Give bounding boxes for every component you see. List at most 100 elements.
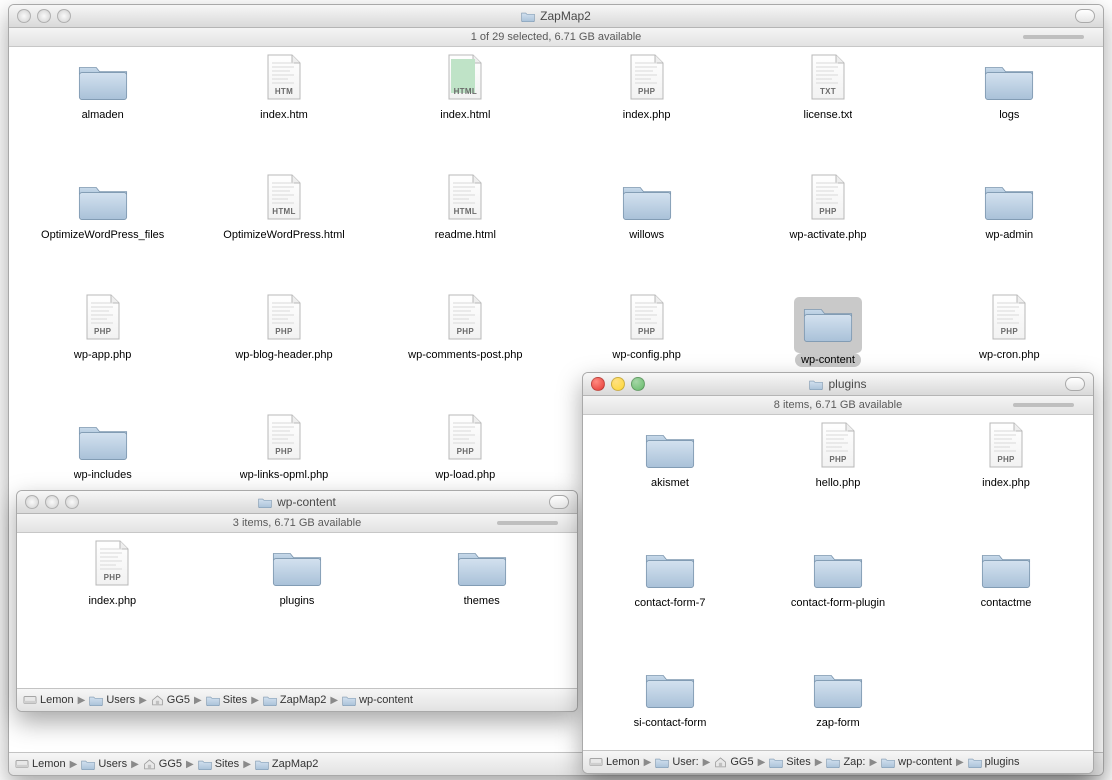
minimize-icon[interactable] bbox=[37, 9, 51, 23]
folder-icon bbox=[978, 545, 1034, 593]
folder-icon bbox=[642, 545, 698, 593]
folder-icon bbox=[269, 543, 325, 591]
icon-size-slider[interactable] bbox=[497, 518, 567, 528]
path-crumb[interactable]: Lemon bbox=[15, 758, 66, 770]
folder-item[interactable]: logs bbox=[922, 53, 1097, 161]
chevron-right-icon: ▶ bbox=[78, 695, 86, 706]
titlebar[interactable]: wp-content bbox=[17, 491, 577, 514]
titlebar[interactable]: plugins bbox=[583, 373, 1093, 396]
path-crumb[interactable]: wp-content bbox=[881, 756, 952, 768]
close-icon[interactable] bbox=[591, 377, 605, 391]
file-item[interactable]: HTML readme.html bbox=[378, 173, 553, 281]
traffic-lights bbox=[583, 377, 645, 391]
path-crumb[interactable]: Sites bbox=[198, 758, 239, 770]
path-crumb[interactable]: plugins bbox=[968, 756, 1020, 768]
zoom-icon[interactable] bbox=[631, 377, 645, 391]
file-icon: TXT bbox=[800, 57, 856, 105]
file-icon: PHP bbox=[978, 425, 1034, 473]
finder-window-wpcontent[interactable]: wp-content 3 items, 6.71 GB available PH… bbox=[16, 490, 578, 712]
path-crumb[interactable]: Zap: bbox=[826, 756, 865, 768]
item-label: wp-load.php bbox=[435, 469, 495, 481]
folder-item[interactable]: almaden bbox=[15, 53, 190, 161]
chevron-right-icon: ▶ bbox=[644, 757, 652, 768]
item-label: wp-blog-header.php bbox=[235, 349, 332, 361]
folder-item[interactable]: OptimizeWordPress_files bbox=[15, 173, 190, 281]
close-icon[interactable] bbox=[17, 9, 31, 23]
folder-item[interactable]: zap-form bbox=[757, 661, 919, 750]
path-crumb[interactable]: wp-content bbox=[342, 694, 413, 706]
file-item[interactable]: TXT license.txt bbox=[740, 53, 915, 161]
chevron-right-icon: ▶ bbox=[194, 695, 202, 706]
path-bar[interactable]: Lemon▶Users▶GG5▶Sites▶ZapMap2▶wp-content bbox=[17, 688, 577, 711]
toolbar-toggle-icon[interactable] bbox=[1075, 9, 1095, 23]
folder-item[interactable]: wp-admin bbox=[922, 173, 1097, 281]
file-item[interactable]: PHP index.php bbox=[925, 421, 1087, 529]
titlebar[interactable]: ZapMap2 bbox=[9, 5, 1103, 28]
path-crumb[interactable]: ZapMap2 bbox=[263, 694, 326, 706]
toolbar-toggle-icon[interactable] bbox=[1065, 377, 1085, 391]
folder-item[interactable]: si-contact-form bbox=[589, 661, 751, 750]
item-label: index.php bbox=[88, 595, 136, 607]
folder-item[interactable]: contactme bbox=[925, 541, 1087, 649]
file-icon: PHP bbox=[800, 177, 856, 225]
path-crumb[interactable]: Sites bbox=[206, 694, 247, 706]
chevron-right-icon: ▶ bbox=[131, 759, 139, 770]
path-crumb[interactable]: GG5 bbox=[143, 758, 182, 770]
folder-item[interactable]: plugins bbox=[208, 539, 387, 647]
file-item[interactable]: PHP wp-blog-header.php bbox=[196, 293, 371, 401]
icon-view[interactable]: PHP index.php plugins themes bbox=[17, 533, 577, 688]
file-item[interactable]: PHP wp-comments-post.php bbox=[378, 293, 553, 401]
file-icon: HTM bbox=[256, 57, 312, 105]
path-crumb[interactable]: ZapMap2 bbox=[255, 758, 318, 770]
path-bar[interactable]: Lemon▶User:▶GG5▶Sites▶Zap:▶wp-content▶pl… bbox=[583, 750, 1093, 773]
file-icon: PHP bbox=[256, 297, 312, 345]
file-item[interactable]: PHP index.php bbox=[559, 53, 734, 161]
item-label: index.php bbox=[623, 109, 671, 121]
item-label: license.txt bbox=[804, 109, 853, 121]
item-label: index.html bbox=[440, 109, 490, 121]
folder-item[interactable]: akismet bbox=[589, 421, 751, 529]
path-crumb[interactable]: GG5 bbox=[151, 694, 190, 706]
path-crumb[interactable]: User: bbox=[655, 756, 698, 768]
folder-icon bbox=[75, 177, 131, 225]
close-icon[interactable] bbox=[25, 495, 39, 509]
path-crumb[interactable]: Users bbox=[89, 694, 135, 706]
file-item[interactable]: PHP hello.php bbox=[757, 421, 919, 529]
file-item[interactable]: PHP wp-activate.php bbox=[740, 173, 915, 281]
file-item[interactable]: PHP wp-app.php bbox=[15, 293, 190, 401]
file-icon: PHP bbox=[84, 543, 140, 591]
item-label: themes bbox=[464, 595, 500, 607]
item-label: akismet bbox=[651, 477, 689, 489]
path-crumb[interactable]: Sites bbox=[769, 756, 810, 768]
zoom-icon[interactable] bbox=[65, 495, 79, 509]
item-label: wp-activate.php bbox=[789, 229, 866, 241]
icon-size-slider[interactable] bbox=[1023, 32, 1093, 42]
folder-icon bbox=[810, 545, 866, 593]
icon-size-slider[interactable] bbox=[1013, 400, 1083, 410]
path-crumb[interactable]: Lemon bbox=[23, 694, 74, 706]
file-item[interactable]: HTML index.html bbox=[378, 53, 553, 161]
chevron-right-icon: ▶ bbox=[70, 759, 78, 770]
path-crumb[interactable]: GG5 bbox=[714, 756, 753, 768]
icon-view[interactable]: akismet PHP hello.php PHP index.php co bbox=[583, 415, 1093, 750]
finder-window-plugins[interactable]: plugins 8 items, 6.71 GB available akism… bbox=[582, 372, 1094, 774]
folder-item[interactable]: willows bbox=[559, 173, 734, 281]
minimize-icon[interactable] bbox=[45, 495, 59, 509]
file-item[interactable]: PHP index.php bbox=[23, 539, 202, 647]
minimize-icon[interactable] bbox=[611, 377, 625, 391]
folder-item[interactable]: contact-form-plugin bbox=[757, 541, 919, 649]
item-label: readme.html bbox=[435, 229, 496, 241]
traffic-lights bbox=[9, 9, 71, 23]
folder-item[interactable]: themes bbox=[392, 539, 571, 647]
file-item[interactable]: HTML OptimizeWordPress.html bbox=[196, 173, 371, 281]
toolbar-toggle-icon[interactable] bbox=[549, 495, 569, 509]
item-label: willows bbox=[629, 229, 664, 241]
path-crumb[interactable]: Users bbox=[81, 758, 127, 770]
path-crumb[interactable]: Lemon bbox=[589, 756, 640, 768]
folder-icon bbox=[800, 299, 856, 347]
folder-item[interactable]: contact-form-7 bbox=[589, 541, 751, 649]
file-item[interactable]: HTM index.htm bbox=[196, 53, 371, 161]
item-label: OptimizeWordPress_files bbox=[41, 229, 164, 241]
zoom-icon[interactable] bbox=[57, 9, 71, 23]
folder-icon bbox=[810, 665, 866, 713]
